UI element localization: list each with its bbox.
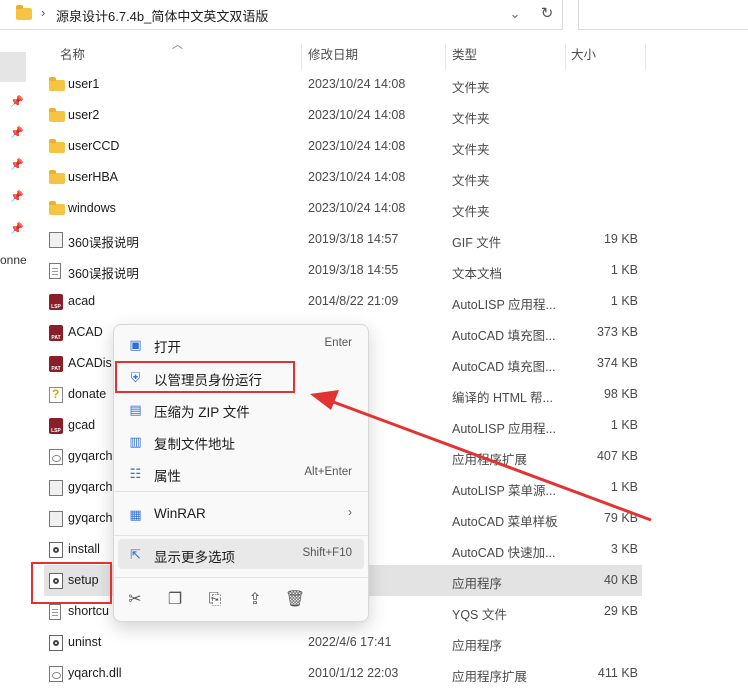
arrow-head: [310, 390, 339, 410]
arrow-shaft: [327, 398, 652, 522]
annotation-arrow: [310, 390, 652, 522]
